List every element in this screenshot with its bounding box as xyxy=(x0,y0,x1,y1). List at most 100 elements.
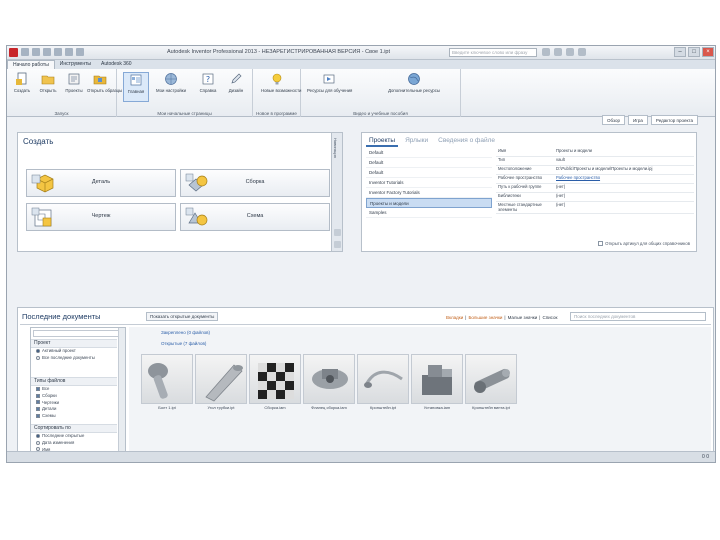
user-icon[interactable] xyxy=(554,48,562,56)
radio-icon[interactable] xyxy=(36,433,40,438)
new-part-button[interactable]: Деталь xyxy=(26,169,176,197)
tab-file-info[interactable]: Сведения о файле xyxy=(435,136,498,147)
whats-new-button[interactable]: Новые возможности xyxy=(261,72,301,93)
project-list-item[interactable]: Default xyxy=(366,148,492,158)
new-drawing-button[interactable]: Чертеж xyxy=(26,203,176,231)
checkbox-icon[interactable] xyxy=(36,414,40,419)
document-thumbnail[interactable]: Установка.iam xyxy=(411,354,463,412)
document-thumbnail[interactable]: Болт 1.ipt xyxy=(141,354,193,412)
document-thumbnail[interactable]: Сборка.iam xyxy=(249,354,301,412)
binoculars-icon[interactable] xyxy=(542,48,550,56)
document-preview-image xyxy=(303,354,355,404)
home-button[interactable]: Главная xyxy=(123,72,149,102)
tab-autodesk-360[interactable]: Autodesk 360 xyxy=(96,60,137,69)
recent-search-input[interactable]: Поиск последних документов xyxy=(570,312,706,321)
property-key: Библиотеки xyxy=(498,193,521,198)
view-small-icons[interactable]: Малые значки xyxy=(508,315,538,320)
filter-radio[interactable]: Дата изменения xyxy=(31,440,117,447)
filter-checkbox[interactable]: Сборки xyxy=(31,393,117,400)
projects-button[interactable]: Проекты xyxy=(61,72,87,93)
checkbox-icon[interactable] xyxy=(36,393,40,398)
undo-icon[interactable] xyxy=(54,48,62,56)
open-group-label[interactable]: Открытые (7 файлов) xyxy=(161,341,206,346)
new-assembly-button[interactable]: Сборка xyxy=(180,169,330,197)
project-editor-button[interactable]: Редактор проекта xyxy=(650,115,698,125)
property-value[interactable]: Рабочее пространство xyxy=(554,175,694,183)
document-thumbnail[interactable]: Угол трубки.ipt xyxy=(195,354,247,412)
additional-resources-button[interactable]: Дополнительные ресурсы xyxy=(379,72,449,93)
project-list-item[interactable]: Inventor Factory Tutorials xyxy=(366,188,492,198)
project-list-item[interactable]: Default xyxy=(366,168,492,178)
show-open-docs-button[interactable]: Показать открытые документы xyxy=(146,312,219,321)
learning-resources-button[interactable]: Ресурсы для обучения xyxy=(307,72,352,93)
filter-checkbox[interactable]: Чертежи xyxy=(31,400,117,407)
design-button[interactable]: Дизайн xyxy=(223,72,249,93)
collapse-icon[interactable] xyxy=(334,229,341,236)
checkbox-icon[interactable] xyxy=(36,386,40,391)
open-file-icon[interactable] xyxy=(32,48,40,56)
document-thumbnail[interactable]: Фланец сборка.iam xyxy=(303,354,355,412)
view-list[interactable]: Список xyxy=(542,315,557,320)
filter-radio[interactable]: Активный проект xyxy=(31,348,117,355)
maximize-button[interactable]: □ xyxy=(688,47,700,57)
view-large-icons[interactable]: Большие значки xyxy=(468,315,502,320)
help-icon[interactable] xyxy=(578,48,586,56)
settings-icon[interactable] xyxy=(334,241,341,248)
create-side-bar: Навигация xyxy=(331,132,343,252)
project-list-item[interactable]: Default xyxy=(366,158,492,168)
help-search-input[interactable]: Введите ключевое слово или фразу xyxy=(449,48,537,57)
projects-list: Default Default Default Inventor Tutorials I… xyxy=(366,148,492,218)
filter-radio[interactable]: Последние открытые xyxy=(31,433,117,440)
document-name: Установка.iam xyxy=(423,405,451,410)
filter-search-input[interactable] xyxy=(33,330,121,337)
filter-checkbox[interactable]: Схемы xyxy=(31,413,117,420)
tab-projects[interactable]: Проекты xyxy=(366,136,399,147)
projects-panel: Обзор Игра Редактор проекта Проекты Ярлы… xyxy=(361,115,698,252)
home-icon[interactable] xyxy=(76,48,84,56)
filter-checkbox[interactable]: Все xyxy=(31,386,117,393)
close-button[interactable]: × xyxy=(702,47,714,57)
play-button[interactable]: Игра xyxy=(628,115,648,125)
project-list-item[interactable]: Inventor Tutorials xyxy=(366,178,492,188)
filter-radio[interactable]: Все последние документы xyxy=(31,355,117,362)
document-preview-image xyxy=(465,354,517,404)
checkbox-icon[interactable] xyxy=(36,407,40,412)
new-file-icon[interactable] xyxy=(21,48,29,56)
view-tabs[interactable]: Вкладки xyxy=(446,315,463,320)
option-checkbox[interactable] xyxy=(598,241,604,246)
exchange-icon[interactable] xyxy=(566,48,574,56)
radio-icon[interactable] xyxy=(36,355,40,360)
pinned-group-label[interactable]: Закреплено (0 файлов) xyxy=(161,330,210,335)
property-value: (нет) xyxy=(556,184,566,189)
new-presentation-button[interactable]: Схема xyxy=(180,203,330,231)
document-thumbnail[interactable]: Кронштейн винта.ipt xyxy=(465,354,517,412)
redo-icon[interactable] xyxy=(65,48,73,56)
status-counts: 0 0 xyxy=(702,454,709,460)
minimize-button[interactable]: – xyxy=(674,47,686,57)
help-page-button[interactable]: ? Справка xyxy=(195,72,221,93)
checkbox-icon[interactable] xyxy=(36,400,40,405)
radio-icon[interactable] xyxy=(36,348,40,353)
app-logo-icon[interactable] xyxy=(9,48,18,57)
document-thumbnail[interactable]: Кронштейн.ipt xyxy=(357,354,409,412)
document-name: Угол трубки.ipt xyxy=(207,405,235,410)
new-button[interactable]: Создать xyxy=(9,72,35,93)
tab-shortcuts[interactable]: Ярлыки xyxy=(402,136,431,147)
open-samples-button[interactable]: Открыть образцы xyxy=(87,72,122,93)
browse-button[interactable]: Обзор xyxy=(602,115,625,125)
tab-tools[interactable]: Инструменты xyxy=(55,60,96,69)
project-list-item[interactable]: Samples xyxy=(366,208,492,218)
filter-checkbox[interactable]: Детали xyxy=(31,406,117,413)
open-button[interactable]: Открыть xyxy=(35,72,61,93)
radio-icon[interactable] xyxy=(36,440,40,445)
learning-icon xyxy=(323,74,335,84)
filter-scrollbar[interactable] xyxy=(118,328,125,462)
tab-get-started[interactable]: Начало работы xyxy=(7,60,55,69)
project-option[interactable]: Открыть артикул для общих справочников xyxy=(598,241,690,246)
ribbon-tabs: Начало работы Инструменты Autodesk 360 xyxy=(7,60,715,69)
filter-label: Сборки xyxy=(42,392,57,398)
project-list-item[interactable]: Проекты и модели xyxy=(366,198,492,208)
projects-toolbar: Обзор Игра Редактор проекта xyxy=(362,115,698,129)
save-icon[interactable] xyxy=(43,48,51,56)
my-settings-button[interactable]: Мои настройки xyxy=(155,72,187,93)
